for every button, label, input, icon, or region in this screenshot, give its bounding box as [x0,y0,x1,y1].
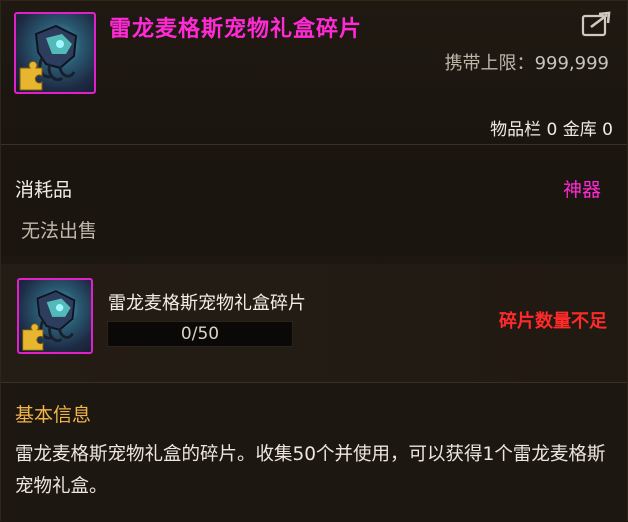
tooltip-header: 雷龙麦格斯宠物礼盒碎片 携带上限：999,999 物品栏 0 金库 0 [1,1,627,144]
category-section: 消耗品 神器 无法出售 [1,145,627,257]
fragment-name: 雷龙麦格斯宠物礼盒碎片 [108,293,306,314]
item-title: 雷龙麦格斯宠物礼盒碎片 [109,17,363,42]
carry-limit-value: 999,999 [534,53,609,74]
fragment-row: 雷龙麦格斯宠物礼盒碎片 0/50 碎片数量不足 [1,264,627,382]
fragment-status: 碎片数量不足 [499,311,607,332]
inventory-counts: 物品栏 0 金库 0 [490,120,613,140]
carry-limit: 携带上限：999,999 [445,49,609,75]
progress-text: 0/50 [180,324,220,344]
fragment-item-icon [17,278,93,354]
item-tooltip-panel: 雷龙麦格斯宠物礼盒碎片 携带上限：999,999 物品栏 0 金库 0 消耗品 … [0,0,628,522]
sell-note: 无法出售 [21,220,98,242]
basic-info-section: 基本信息 雷龙麦格斯宠物礼盒的碎片。收集50个并使用，可以获得1个雷龙麦格斯宠物… [1,383,627,522]
dragon-fragment-icon [14,12,96,94]
item-type-label: 消耗品 [15,179,73,201]
basic-info-description: 雷龙麦格斯宠物礼盒的碎片。收集50个并使用，可以获得1个雷龙麦格斯宠物礼盒。 [15,444,606,497]
basic-info-title: 基本信息 [15,404,92,426]
fragment-progress-bar: 0/50 [107,321,293,347]
share-icon[interactable] [581,11,613,37]
item-rarity-label: 神器 [562,179,601,201]
carry-limit-label: 携带上限： [444,53,535,74]
